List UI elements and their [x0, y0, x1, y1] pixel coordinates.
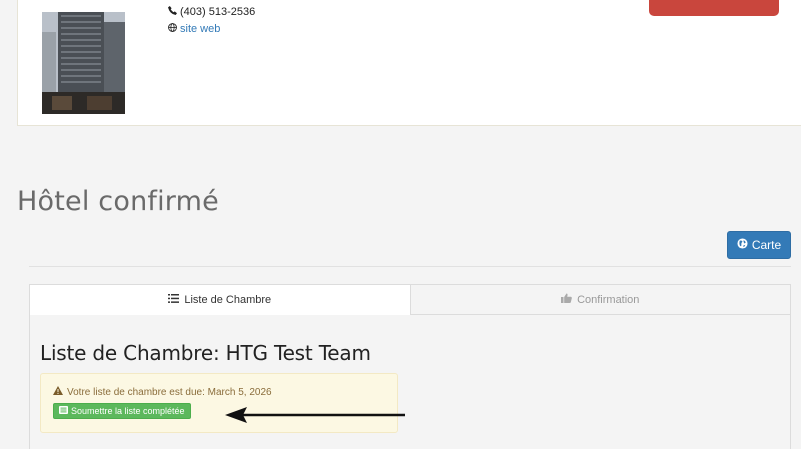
hotel-photo	[42, 12, 125, 114]
website-label: site web	[180, 23, 221, 35]
hotel-card: (403) 513-2536 site web	[17, 0, 801, 126]
globe-icon	[737, 238, 748, 252]
globe-icon	[168, 23, 177, 35]
rooming-list-heading: Liste de Chambre: HTG Test Team	[40, 341, 371, 365]
list-icon	[168, 294, 180, 306]
arrow-annotation	[225, 405, 410, 430]
page-title: Hôtel confirmé	[17, 186, 219, 217]
due-notice-text: Votre liste de chambre est due: March 5,…	[67, 386, 272, 398]
tab-label: Liste de Chambre	[184, 294, 272, 306]
action-button[interactable]	[649, 0, 779, 16]
submit-list-button[interactable]: Soumettre la liste complétée	[53, 403, 191, 419]
hotel-phone: (403) 513-2536	[168, 6, 255, 18]
phone-icon	[168, 6, 177, 18]
tab-rooming-list[interactable]: Liste de Chambre	[30, 285, 411, 315]
submit-list-label: Soumettre la liste complétée	[71, 406, 185, 416]
map-button-label: Carte	[751, 238, 782, 252]
tab-confirmation[interactable]: Confirmation	[410, 285, 790, 315]
tab-bar: Liste de Chambre Confirmation	[30, 285, 790, 315]
phone-number: (403) 513-2536	[180, 6, 256, 18]
hotel-website-link[interactable]: site web	[168, 23, 220, 35]
map-button[interactable]: Carte	[727, 231, 791, 259]
tab-label: Confirmation	[577, 293, 640, 306]
divider	[29, 266, 791, 267]
list-alt-icon	[59, 406, 68, 416]
rooming-tabs-panel: Liste de Chambre Confirmation Liste de C…	[29, 284, 791, 449]
thumbs-up-icon	[561, 293, 572, 306]
warning-icon	[53, 386, 63, 398]
due-notice: Votre liste de chambre est due: March 5,…	[53, 386, 272, 398]
